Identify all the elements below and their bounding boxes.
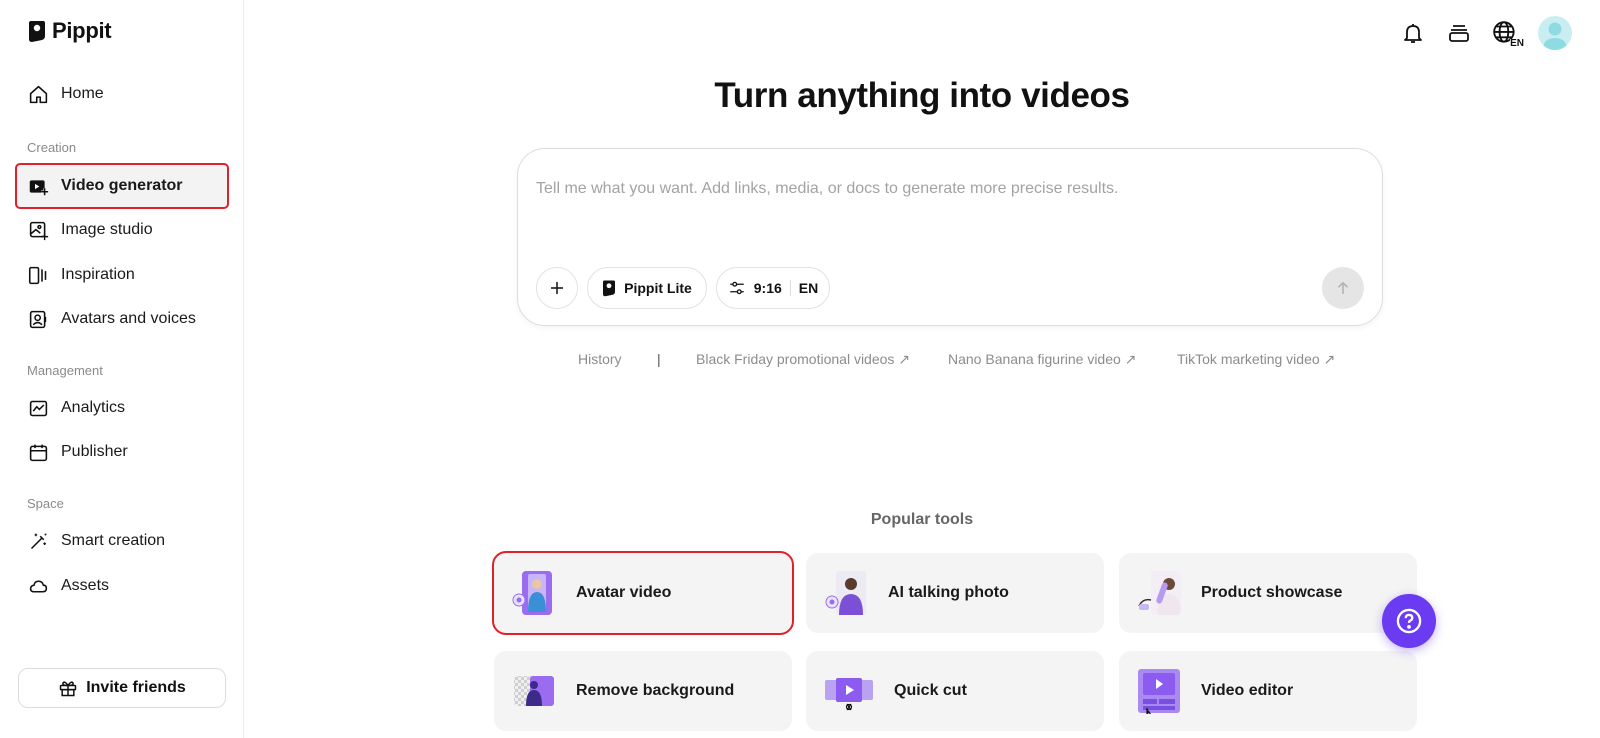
user-silhouette-icon xyxy=(1543,22,1567,50)
sidebar-item-label: Smart creation xyxy=(61,532,166,549)
prompt-input[interactable] xyxy=(536,169,1356,209)
sidebar-item-home[interactable]: Home xyxy=(16,72,228,116)
invite-friends-button[interactable]: Invite friends xyxy=(18,668,226,708)
pippit-logo-icon xyxy=(29,21,45,42)
sidebar-item-publisher[interactable]: Publisher xyxy=(16,430,228,474)
tool-label: Video editor xyxy=(1201,682,1294,699)
user-avatar[interactable] xyxy=(1538,16,1572,50)
image-sparkle-icon xyxy=(27,219,49,241)
language-label: EN xyxy=(798,280,819,296)
suggestions-bar: History | Black Friday promotional video… xyxy=(244,351,1600,371)
sidebar-item-label: Inspiration xyxy=(61,266,135,283)
model-label: Pippit Lite xyxy=(624,280,692,296)
cloud-icon xyxy=(27,575,49,597)
sidebar-item-label: Publisher xyxy=(61,443,128,460)
suggestion-divider: | xyxy=(657,351,661,367)
app-name: Pippit xyxy=(52,18,112,43)
avatar-icon xyxy=(27,308,49,330)
sidebar-item-smart-creation[interactable]: Smart creation xyxy=(16,519,228,563)
history-link[interactable]: History xyxy=(578,351,622,367)
tool-avatar-video[interactable]: Avatar video xyxy=(492,551,794,635)
sidebar-item-label: Home xyxy=(61,85,104,102)
video-editor-thumbnail xyxy=(1137,668,1181,714)
suggestion-chip[interactable]: Black Friday promotional videos ↗ xyxy=(696,351,910,368)
invite-friends-label: Invite friends xyxy=(86,679,186,696)
language-globe-icon[interactable]: EN xyxy=(1492,20,1524,49)
language-badge: EN xyxy=(1510,38,1524,49)
sidebar-item-label: Avatars and voices xyxy=(61,310,196,327)
section-label-management: Management xyxy=(27,363,103,378)
notification-bell-icon[interactable] xyxy=(1400,20,1426,46)
plus-icon xyxy=(551,282,563,294)
arrow-up-icon xyxy=(1337,281,1349,294)
video-plus-icon xyxy=(27,175,49,197)
sidebar-item-label: Analytics xyxy=(61,399,126,416)
tool-label: Remove background xyxy=(576,682,735,699)
product-showcase-thumbnail xyxy=(1137,570,1181,616)
topbar: EN xyxy=(1400,16,1572,50)
ai-talking-photo-thumbnail xyxy=(824,570,868,616)
tool-label: Avatar video xyxy=(576,584,672,601)
app-logo[interactable]: Pippit xyxy=(28,18,112,44)
quick-cut-thumbnail xyxy=(824,668,874,714)
chart-icon xyxy=(27,397,49,419)
tool-product-showcase[interactable]: Product showcase xyxy=(1119,553,1417,633)
home-icon xyxy=(27,83,49,105)
sidebar-item-avatars-and-voices[interactable]: Avatars and voices xyxy=(16,297,228,341)
section-label-space: Space xyxy=(27,496,64,511)
sidebar-item-video-generator[interactable]: Video generator xyxy=(15,163,229,209)
suggestion-chip[interactable]: TikTok marketing video ↗ xyxy=(1177,351,1335,368)
gift-icon xyxy=(59,681,77,697)
sidebar-item-analytics[interactable]: Analytics xyxy=(16,386,228,430)
prompt-box: Pippit Lite 9:16 EN xyxy=(517,148,1383,326)
help-question-icon xyxy=(1396,608,1422,634)
add-attachment-button[interactable] xyxy=(536,267,578,309)
model-select-button[interactable]: Pippit Lite xyxy=(587,267,707,309)
calendar-icon xyxy=(27,441,49,463)
sidebar-item-label: Video generator xyxy=(61,177,183,194)
sidebar-item-inspiration[interactable]: Inspiration xyxy=(16,253,228,297)
layers-icon[interactable] xyxy=(1446,20,1472,46)
tool-remove-background[interactable]: Remove background xyxy=(494,651,792,731)
remove-background-thumbnail xyxy=(512,668,556,714)
tool-label: AI talking photo xyxy=(888,584,1009,601)
sidebar-item-image-studio[interactable]: Image studio xyxy=(16,208,228,252)
section-label-creation: Creation xyxy=(27,140,77,155)
popular-tools-title: Popular tools xyxy=(870,511,974,528)
tool-quick-cut[interactable]: Quick cut xyxy=(806,651,1104,731)
tool-ai-talking-photo[interactable]: AI talking photo xyxy=(806,553,1104,633)
magic-wand-icon xyxy=(27,530,49,552)
page-title: Turn anything into videos xyxy=(714,76,1130,115)
settings-sliders-icon xyxy=(730,281,744,295)
tool-label: Quick cut xyxy=(894,682,967,699)
sidebar-item-assets[interactable]: Assets xyxy=(16,564,228,608)
send-button[interactable] xyxy=(1322,267,1364,309)
pippit-logo-icon xyxy=(603,280,616,297)
sidebar-item-label: Assets xyxy=(61,577,110,594)
inspiration-icon xyxy=(27,264,49,286)
aspect-ratio-label: 9:16 xyxy=(753,280,782,296)
pill-divider xyxy=(789,280,791,296)
help-button[interactable] xyxy=(1382,594,1436,648)
sidebar: Pippit Home Creation Video generator Ima… xyxy=(0,0,244,738)
suggestion-chip[interactable]: Nano Banana figurine video ↗ xyxy=(948,351,1136,368)
tool-label: Product showcase xyxy=(1201,584,1343,601)
tool-video-editor[interactable]: Video editor xyxy=(1119,651,1417,731)
avatar-video-thumbnail xyxy=(512,570,556,616)
video-settings-button[interactable]: 9:16 EN xyxy=(716,267,830,309)
sidebar-item-label: Image studio xyxy=(61,221,153,238)
